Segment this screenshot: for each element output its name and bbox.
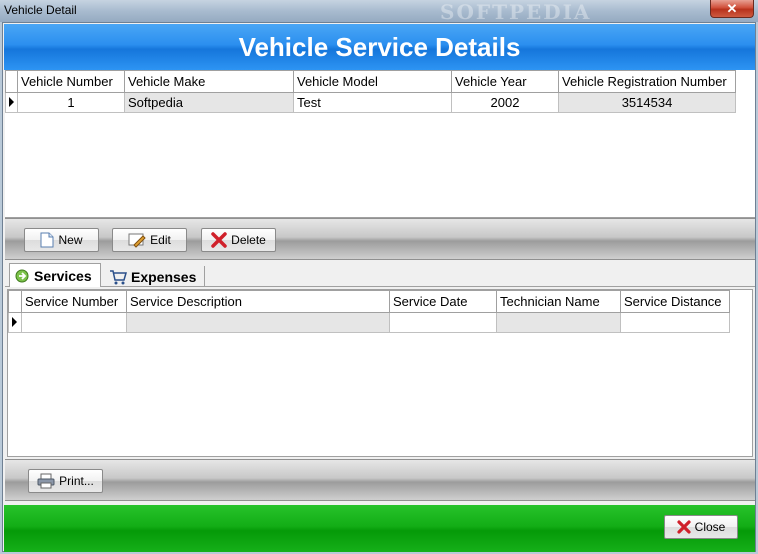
table-row[interactable] xyxy=(8,312,730,333)
window-client: Vehicle Service Details Vehicle Number V… xyxy=(2,22,756,552)
printer-icon xyxy=(37,473,55,489)
window-titlebar: Vehicle Detail SOFTPEDIA ✕ xyxy=(0,0,758,24)
column-header-service-number[interactable]: Service Number xyxy=(21,290,127,313)
column-header-service-description[interactable]: Service Description xyxy=(126,290,390,313)
cell-service-number[interactable] xyxy=(21,312,127,333)
column-header-vehicle-number[interactable]: Vehicle Number xyxy=(17,70,125,93)
column-header-technician-name[interactable]: Technician Name xyxy=(496,290,621,313)
cell-vehicle-number[interactable]: 1 xyxy=(17,92,125,113)
cart-icon xyxy=(110,269,127,284)
cell-service-distance[interactable] xyxy=(620,312,730,333)
cell-service-description[interactable] xyxy=(126,312,390,333)
column-header-service-date[interactable]: Service Date xyxy=(389,290,497,313)
watermark: SOFTPEDIA xyxy=(440,0,592,24)
edit-button-label: Edit xyxy=(150,233,171,247)
row-selector-header xyxy=(8,290,22,313)
close-button[interactable]: Close xyxy=(664,515,738,539)
vehicle-grid[interactable]: Vehicle Number Vehicle Make Vehicle Mode… xyxy=(5,70,755,218)
service-grid[interactable]: Service Number Service Description Servi… xyxy=(7,289,753,457)
vehicle-header-row: Vehicle Number Vehicle Make Vehicle Mode… xyxy=(5,70,736,93)
delete-button[interactable]: Delete xyxy=(201,228,276,252)
cell-service-date[interactable] xyxy=(389,312,497,333)
tab-services-label: Services xyxy=(34,267,92,284)
cell-vehicle-make[interactable]: Softpedia xyxy=(124,92,294,113)
row-selector-header xyxy=(5,70,18,93)
edit-icon xyxy=(128,233,146,248)
column-header-vehicle-registration[interactable]: Vehicle Registration Number xyxy=(558,70,736,93)
column-header-vehicle-year[interactable]: Vehicle Year xyxy=(451,70,559,93)
new-document-icon xyxy=(40,232,54,248)
column-header-vehicle-make[interactable]: Vehicle Make xyxy=(124,70,294,93)
close-button-label: Close xyxy=(694,520,726,534)
cell-technician-name[interactable] xyxy=(496,312,621,333)
column-header-vehicle-model[interactable]: Vehicle Model xyxy=(293,70,452,93)
window-close-button[interactable]: ✕ xyxy=(710,0,754,18)
cell-vehicle-model[interactable]: Test xyxy=(293,92,452,113)
cell-vehicle-registration[interactable]: 3514534 xyxy=(558,92,736,113)
new-button[interactable]: New xyxy=(24,228,99,252)
row-selector[interactable] xyxy=(5,92,18,113)
tab-services[interactable]: Services xyxy=(9,263,101,287)
column-header-service-distance[interactable]: Service Distance xyxy=(620,290,730,313)
page-title: Vehicle Service Details xyxy=(4,24,755,70)
delete-button-label: Delete xyxy=(231,233,266,247)
cell-vehicle-year[interactable]: 2002 xyxy=(451,92,559,113)
service-table: Service Number Service Description Servi… xyxy=(8,290,730,333)
close-x-icon xyxy=(677,520,691,534)
vehicle-toolbar: New Edit Delete xyxy=(5,218,755,260)
print-button[interactable]: Print... xyxy=(28,469,103,493)
print-toolbar: Print... xyxy=(5,459,755,501)
delete-x-icon xyxy=(211,232,227,248)
vehicle-table: Vehicle Number Vehicle Make Vehicle Mode… xyxy=(5,70,736,113)
window-close-icon: ✕ xyxy=(726,1,738,16)
window-title: Vehicle Detail xyxy=(4,3,77,17)
service-header-row: Service Number Service Description Servi… xyxy=(8,290,730,313)
current-row-arrow-icon xyxy=(9,97,14,107)
tab-expenses-label: Expenses xyxy=(131,268,197,285)
footer-bar: Close xyxy=(4,505,755,552)
new-button-label: New xyxy=(58,233,83,247)
edit-button[interactable]: Edit xyxy=(112,228,187,252)
services-icon xyxy=(15,269,29,282)
table-row[interactable]: 1 Softpedia Test 2002 3514534 xyxy=(5,92,736,113)
current-row-arrow-icon xyxy=(12,317,17,327)
row-selector[interactable] xyxy=(8,312,22,333)
print-button-label: Print... xyxy=(59,474,94,488)
tab-expenses[interactable]: Expenses xyxy=(105,266,205,287)
